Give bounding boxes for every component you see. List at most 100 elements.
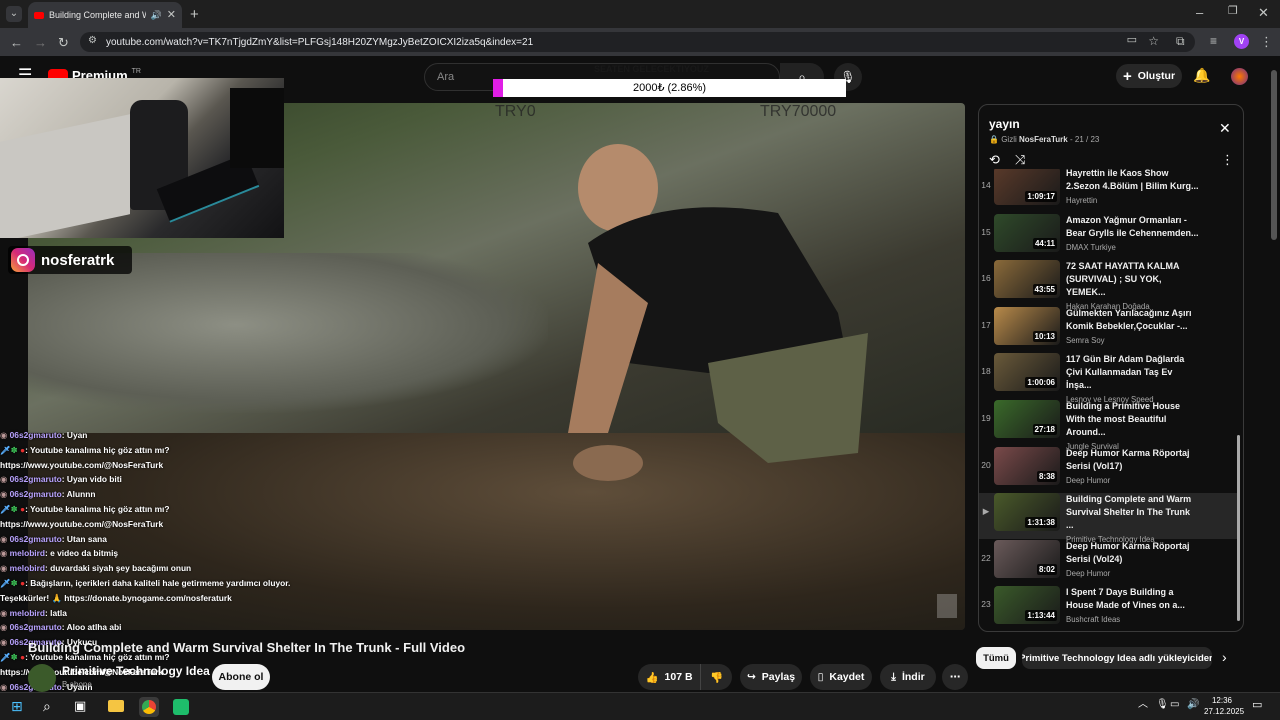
task-view-icon[interactable]: ▣ xyxy=(74,699,86,712)
tray-chevron-icon[interactable]: ︿ xyxy=(1138,700,1148,710)
playlist-item-thumbnail[interactable]: 1:00:06 xyxy=(994,353,1060,392)
playlist-item-title[interactable]: Deep Humor Karma Röportaj Serisi (Vol24) xyxy=(1066,540,1200,566)
playlist-item[interactable]: 18 1:00:06 117 Gün Bir Adam Dağlarda Çivi … xyxy=(979,353,1237,404)
playlist-item-title[interactable]: Amazon Yağmur Ormanları - Bear Grylls il… xyxy=(1066,214,1200,240)
playlist-item-thumbnail[interactable]: 1:09:17 xyxy=(994,169,1060,205)
shuffle-icon[interactable]: ⤨ xyxy=(1015,153,1025,166)
playlist-item-thumbnail[interactable]: 27:18 xyxy=(994,400,1060,438)
chip-uploader[interactable]: Primitive Technology Idea adlı yükleyici… xyxy=(1022,647,1212,669)
playlist-item-title[interactable]: Building a Primitive House With the most… xyxy=(1066,400,1200,439)
browser-tab[interactable]: Building Complete and Wa 🔊 ✕ xyxy=(28,2,182,28)
media-control-icon[interactable]: ≡ xyxy=(1210,35,1217,47)
playlist-item-thumbnail[interactable]: 10:13 xyxy=(994,306,1060,345)
playlist-item-title[interactable]: Building Complete and Warm Survival Shel… xyxy=(1066,493,1200,532)
forward-icon[interactable]: → xyxy=(34,36,47,49)
chat-username[interactable]: melobird xyxy=(10,563,45,573)
download-button[interactable]: ⤓ İndir xyxy=(880,664,936,690)
like-button[interactable]: 👍 107 B xyxy=(638,664,700,690)
chat-username[interactable]: 06s2gmaruto xyxy=(10,474,62,484)
reload-icon[interactable]: ↻ xyxy=(58,36,69,49)
app-taskbar-icon[interactable] xyxy=(173,699,189,715)
profile-avatar[interactable]: V xyxy=(1234,34,1249,49)
playlist-item-thumbnail[interactable]: 1:13:44 xyxy=(994,586,1060,625)
playlist-item-title[interactable]: Gülmekten Yarılacağınız Aşırı Komik Bebe… xyxy=(1066,307,1200,333)
playlist-item[interactable]: 17 10:13 Gülmekten Yarılacağınız Aşırı Kom… xyxy=(979,306,1237,353)
playlist-item[interactable]: 15 44:11 Amazon Yağmur Ormanları - Bear Gr… xyxy=(979,213,1237,260)
create-button[interactable]: + Oluştur xyxy=(1116,64,1182,88)
chat-badge-icon: 🗡 xyxy=(0,577,11,588)
playlist-item-thumbnail[interactable]: 44:11 xyxy=(994,213,1060,252)
playlist-item[interactable]: 16 43:55 72 SAAT HAYATTA KALMA (SURVIVAL) … xyxy=(979,260,1237,311)
minimize-icon[interactable]: – xyxy=(1196,6,1203,19)
audio-icon[interactable]: 🔊 xyxy=(151,10,162,20)
playlist-item-title[interactable]: 117 Gün Bir Adam Dağlarda Çivi Kullanmad… xyxy=(1066,353,1200,392)
taskbar-search-icon[interactable]: ⌕ xyxy=(43,699,51,713)
chat-username[interactable]: melobird xyxy=(10,608,45,618)
playlist-item-title[interactable]: I Spent 7 Days Building a House Made of … xyxy=(1066,586,1200,612)
loop-icon[interactable]: ⟲ xyxy=(989,153,1000,166)
subscribe-button[interactable]: Abone ol xyxy=(212,664,270,690)
chat-username[interactable]: 06s2gmaruto xyxy=(10,534,62,544)
playlist-item[interactable]: 23 1:13:44 I Spent 7 Days Building a House… xyxy=(979,586,1237,631)
chip-all[interactable]: Tümü xyxy=(976,647,1016,669)
donation-goal-min: TRY0 xyxy=(495,103,536,120)
playlist-item-thumbnail[interactable]: 8:38 xyxy=(994,446,1060,485)
playlist-owner[interactable]: NosFeraTurk xyxy=(1019,135,1068,144)
site-info-icon[interactable]: ⚙ xyxy=(88,36,97,46)
file-explorer-icon[interactable] xyxy=(108,700,124,712)
playlist-item-title[interactable]: Deep Humor Karma Röportaj Serisi (Vol17) xyxy=(1066,447,1200,473)
bookmark-star-icon[interactable]: ☆ xyxy=(1148,35,1159,47)
channel-avatar[interactable] xyxy=(1231,68,1248,85)
playlist-item[interactable]: 22 8:02 Deep Humor Karma Röportaj Serisi (… xyxy=(979,539,1237,586)
playlist-close-icon[interactable]: ✕ xyxy=(1219,121,1231,135)
notification-center-icon[interactable]: ▭ xyxy=(1252,700,1262,711)
page-scrollbar[interactable] xyxy=(1271,70,1277,240)
playlist-menu-icon[interactable]: ⋮ xyxy=(1221,153,1234,166)
playlist-item[interactable]: 14 1:09:17 Hayrettin ile Kaos Show 2.Sezon… xyxy=(979,169,1237,213)
extensions-icon[interactable]: ⧉ xyxy=(1176,35,1185,47)
windows-start-icon[interactable]: ⊞ xyxy=(11,699,23,713)
playlist-item-thumbnail[interactable]: 8:02 xyxy=(994,539,1060,578)
chat-username[interactable]: 06s2gmaruto xyxy=(10,489,62,499)
playlist-item[interactable]: 20 8:38 Deep Humor Karma Röportaj Serisi (… xyxy=(979,446,1237,493)
browser-menu-icon[interactable]: ⋮ xyxy=(1260,35,1273,48)
notifications-bell-icon[interactable]: 🔔 xyxy=(1193,68,1210,82)
tab-search-button[interactable]: ⌄ xyxy=(6,6,22,22)
chat-username[interactable]: melobird xyxy=(10,548,45,558)
chat-username[interactable]: 06s2gmaruto xyxy=(10,430,62,440)
playlist-item-thumbnail[interactable]: 1:31:38 xyxy=(994,493,1060,532)
tab-close-icon[interactable]: ✕ xyxy=(167,9,176,21)
playlist-scrollbar[interactable] xyxy=(1237,435,1240,621)
volume-icon[interactable]: 🔊 xyxy=(1187,700,1199,710)
back-icon[interactable]: ← xyxy=(10,36,23,49)
chat-username[interactable]: 06s2gmaruto xyxy=(10,622,62,632)
playlist-item-thumbnail[interactable]: 43:55 xyxy=(994,260,1060,299)
dislike-button[interactable]: 👎 xyxy=(700,664,732,690)
share-button[interactable]: ↪ Paylaş xyxy=(740,664,802,690)
instagram-handle: nosferatrk xyxy=(8,246,132,274)
restore-icon[interactable]: ❐ xyxy=(1228,6,1238,17)
network-icon[interactable]: ▭ xyxy=(1170,700,1179,710)
save-label: Kaydet xyxy=(829,671,865,683)
window-close-icon[interactable]: ✕ xyxy=(1258,6,1269,19)
donation-goal-bar: 2000₺ (2.86%) xyxy=(493,79,846,97)
cast-icon[interactable]: ▭ xyxy=(1127,35,1137,46)
channel-name[interactable]: Primitive Technology Idea xyxy=(62,664,210,678)
playlist-item-title[interactable]: Hayrettin ile Kaos Show 2.Sezon 4.Bölüm … xyxy=(1066,169,1200,193)
chips-next-icon[interactable]: › xyxy=(1222,650,1227,664)
new-tab-icon[interactable]: + xyxy=(190,7,199,22)
chat-badge-icon: ◉ xyxy=(0,681,8,692)
playlist-item[interactable]: ▶ 1:31:38 Building Complete and Warm Survi… xyxy=(979,493,1237,544)
more-actions-button[interactable]: ⋯ xyxy=(942,664,968,690)
chrome-taskbar-button[interactable] xyxy=(139,697,159,717)
clock[interactable]: 12:36 27.12.2025 xyxy=(1204,695,1244,717)
channel-avatar-small[interactable] xyxy=(28,664,56,692)
tray-mic-icon[interactable]: 🎙 xyxy=(1156,700,1169,710)
chat-badge-icon: ✽ xyxy=(10,444,18,455)
address-bar[interactable]: ⚙ youtube.com/watch?v=TK7nTjgdZmY&list=P… xyxy=(80,32,1195,52)
playlist-item-title[interactable]: 72 SAAT HAYATTA KALMA (SURVIVAL) ; SU YO… xyxy=(1066,260,1200,299)
chat-text: Youtube kanalıma hiç göz attın mı? xyxy=(30,503,170,514)
save-button[interactable]: ▯ Kaydet xyxy=(810,664,872,690)
chat-text: e video da bitmiş xyxy=(50,548,119,559)
playlist-item[interactable]: 19 27:18 Building a Primitive House With t… xyxy=(979,400,1237,451)
